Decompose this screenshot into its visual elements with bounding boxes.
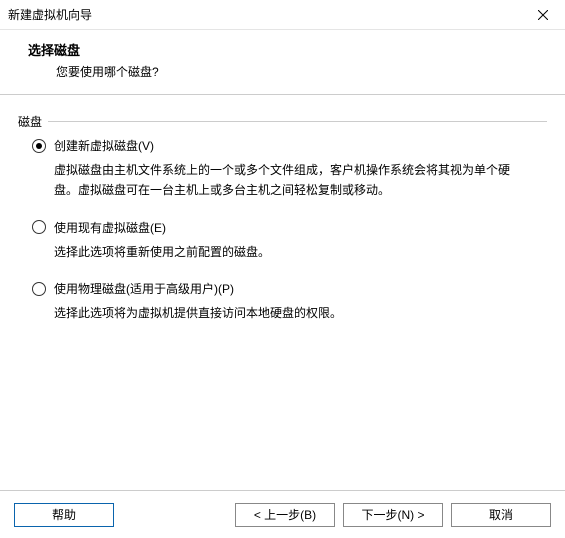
back-button[interactable]: < 上一步(B) xyxy=(235,503,335,527)
help-button[interactable]: 帮助 xyxy=(14,503,114,527)
option-desc: 选择此选项将为虚拟机提供直接访问本地硬盘的权限。 xyxy=(54,303,533,323)
option-create-new-disk: 创建新虚拟磁盘(V) 虚拟磁盘由主机文件系统上的一个或多个文件组成，客户机操作系… xyxy=(32,137,533,201)
option-use-existing-disk: 使用现有虚拟磁盘(E) 选择此选项将重新使用之前配置的磁盘。 xyxy=(32,219,533,262)
option-desc: 虚拟磁盘由主机文件系统上的一个或多个文件组成，客户机操作系统会将其视为单个硬盘。… xyxy=(54,160,533,201)
radio-row[interactable]: 使用物理磁盘(适用于高级用户)(P) xyxy=(32,280,533,297)
wizard-footer: 帮助 < 上一步(B) 下一步(N) > 取消 xyxy=(0,490,565,538)
cancel-button[interactable]: 取消 xyxy=(451,503,551,527)
close-icon xyxy=(538,10,548,20)
wizard-body: 磁盘 创建新虚拟磁盘(V) 虚拟磁盘由主机文件系统上的一个或多个文件组成，客户机… xyxy=(0,95,565,356)
disk-fieldset: 磁盘 创建新虚拟磁盘(V) 虚拟磁盘由主机文件系统上的一个或多个文件组成，客户机… xyxy=(18,113,547,356)
fieldset-border xyxy=(18,121,547,122)
radio-create-new-disk[interactable] xyxy=(32,139,46,153)
option-label: 使用现有虚拟磁盘(E) xyxy=(54,219,166,236)
page-title: 选择磁盘 xyxy=(6,40,559,59)
close-button[interactable] xyxy=(520,0,565,30)
radio-use-existing-disk[interactable] xyxy=(32,220,46,234)
option-label: 使用物理磁盘(适用于高级用户)(P) xyxy=(54,280,234,297)
next-button[interactable]: 下一步(N) > xyxy=(343,503,443,527)
window-title: 新建虚拟机向导 xyxy=(8,6,92,23)
option-label: 创建新虚拟磁盘(V) xyxy=(54,137,154,154)
radio-row[interactable]: 使用现有虚拟磁盘(E) xyxy=(32,219,533,236)
option-desc: 选择此选项将重新使用之前配置的磁盘。 xyxy=(54,242,533,262)
page-subtitle: 您要使用哪个磁盘? xyxy=(6,63,559,80)
radio-row[interactable]: 创建新虚拟磁盘(V) xyxy=(32,137,533,154)
option-use-physical-disk: 使用物理磁盘(适用于高级用户)(P) 选择此选项将为虚拟机提供直接访问本地硬盘的… xyxy=(32,280,533,323)
radio-use-physical-disk[interactable] xyxy=(32,282,46,296)
titlebar: 新建虚拟机向导 xyxy=(0,0,565,30)
wizard-header: 选择磁盘 您要使用哪个磁盘? xyxy=(0,30,565,94)
fieldset-legend: 磁盘 xyxy=(18,113,48,130)
